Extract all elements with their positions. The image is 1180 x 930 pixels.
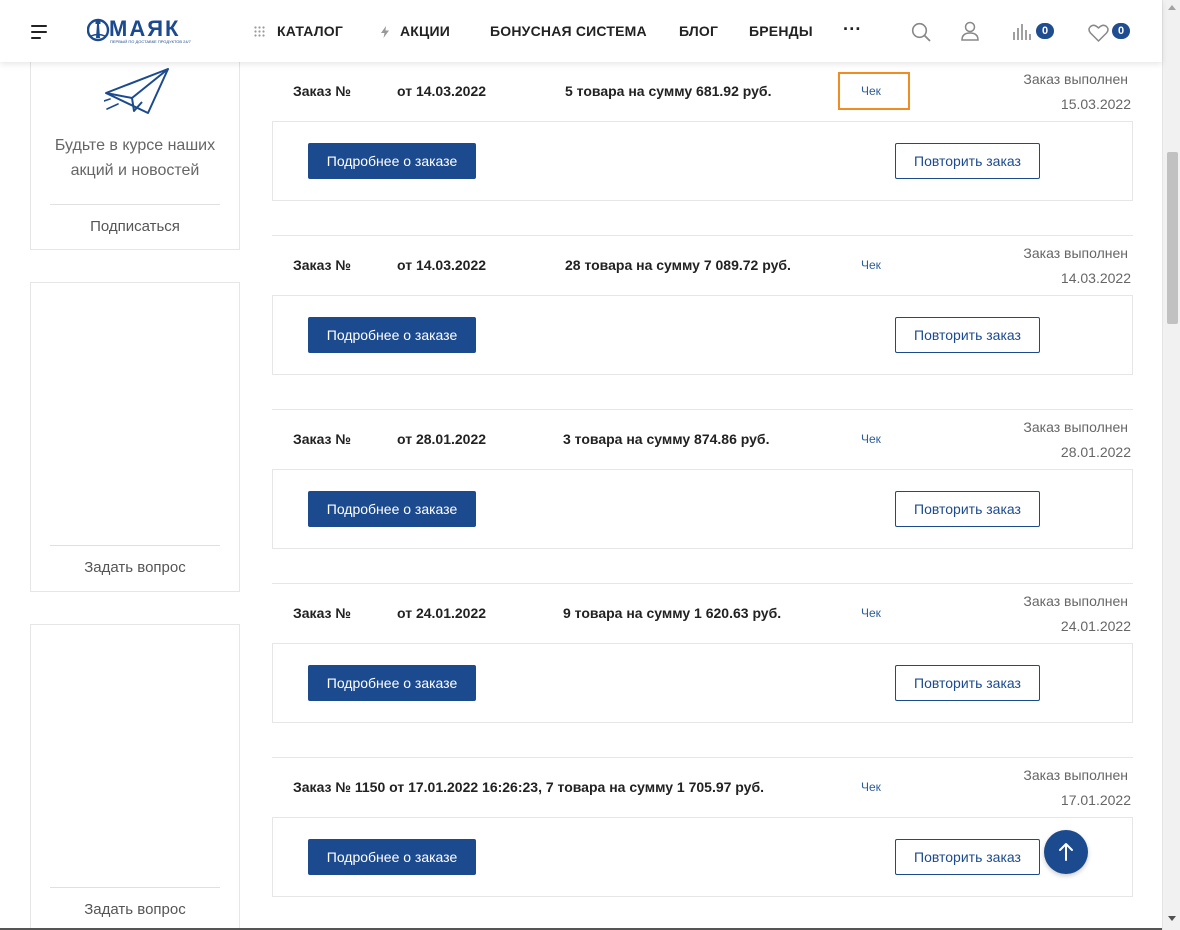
subscribe-link[interactable]: Подписаться — [31, 218, 239, 235]
site-header: МАЯК ПЕРВЫЙ ПО ДОСТАВКЕ ПРОДУКТОВ 24/7 К… — [0, 0, 1162, 62]
order-summary: 5 товара на сумму 681.92 руб. — [565, 83, 772, 99]
favorites-count-badge: 0 — [1112, 23, 1130, 39]
logo[interactable]: МАЯК ПЕРВЫЙ ПО ДОСТАВКЕ ПРОДУКТОВ 24/7 — [87, 16, 197, 46]
subscribe-divider — [50, 204, 220, 205]
subscribe-card: Будьте в курсе наших акций и новостей По… — [30, 40, 240, 250]
nav-brands[interactable]: БРЕНДЫ — [749, 23, 813, 39]
order-status: Заказ выполнен — [1023, 419, 1128, 435]
order-status-date: 14.03.2022 — [1060, 270, 1131, 286]
question-divider-2 — [50, 887, 220, 888]
order-status-date: 28.01.2022 — [1060, 444, 1131, 460]
repeat-order-button[interactable]: Повторить заказ — [895, 665, 1040, 701]
nav-sales[interactable]: АКЦИИ — [400, 23, 450, 39]
search-icon[interactable] — [911, 22, 931, 42]
order-details-button[interactable]: Подробнее о заказе — [308, 491, 476, 527]
user-icon[interactable] — [961, 21, 979, 41]
nav-blog[interactable]: БЛОГ — [679, 23, 718, 39]
order-date: от 24.01.2022 — [397, 605, 487, 621]
order-number: Заказ № — [293, 431, 351, 447]
order-number: Заказ № — [293, 83, 351, 99]
order-summary: 9 товара на сумму 1 620.63 руб. — [563, 605, 782, 621]
page-scrollbar[interactable] — [1162, 0, 1180, 930]
check-highlight-box — [838, 72, 910, 110]
order-summary: 28 товара на сумму 7 089.72 руб. — [565, 257, 791, 273]
order-details-button[interactable]: Подробнее о заказе — [308, 665, 476, 701]
more-menu-icon[interactable]: ··· — [843, 19, 862, 40]
paper-plane-icon — [104, 68, 169, 114]
order-summary: 3 товара на сумму 874.86 руб. — [563, 431, 770, 447]
logo-tagline: ПЕРВЫЙ ПО ДОСТАВКЕ ПРОДУКТОВ 24/7 — [110, 39, 191, 44]
question-card-2: Задать вопрос — [30, 624, 240, 930]
order-details-button[interactable]: Подробнее о заказе — [308, 839, 476, 875]
check-link[interactable]: Чек — [861, 258, 881, 272]
order-details-button[interactable]: Подробнее о заказе — [308, 143, 476, 179]
order-actions: Подробнее о заказе Повторить заказ — [272, 121, 1133, 201]
subscribe-text-line1: Будьте в курсе наших — [54, 137, 216, 154]
order-status-date: 17.01.2022 — [1060, 792, 1131, 808]
arrow-up-icon — [1059, 843, 1073, 861]
order-status: Заказ выполнен — [1023, 767, 1128, 783]
order-actions: Подробнее о заказе Повторить заказ — [272, 817, 1133, 897]
order-status: Заказ выполнен — [1023, 593, 1128, 609]
subscribe-text-line2: акций и новостей — [70, 162, 200, 179]
scroll-to-top-button[interactable] — [1044, 830, 1088, 874]
repeat-order-button[interactable]: Повторить заказ — [895, 491, 1040, 527]
repeat-order-button[interactable]: Повторить заказ — [895, 839, 1040, 875]
order-date: от 14.03.2022 — [397, 83, 487, 99]
order-separator — [272, 409, 1133, 410]
check-link[interactable]: Чек — [861, 432, 881, 446]
check-link[interactable]: Чек — [861, 606, 881, 620]
order-separator — [272, 757, 1133, 758]
nav-bonus-system[interactable]: БОНУСНАЯ СИСТЕМА — [490, 23, 647, 39]
order-details-button[interactable]: Подробнее о заказе — [308, 317, 476, 353]
heart-icon[interactable] — [1088, 24, 1109, 42]
check-link[interactable]: Чек — [861, 780, 881, 794]
order-status-date: 15.03.2022 — [1060, 96, 1131, 112]
order-actions: Подробнее о заказе Повторить заказ — [272, 295, 1133, 375]
order-number: Заказ № — [293, 257, 351, 273]
question-card-1: Задать вопрос — [30, 282, 240, 592]
repeat-order-button[interactable]: Повторить заказ — [895, 143, 1040, 179]
order-status-date: 24.01.2022 — [1060, 618, 1131, 634]
ask-question-link-2[interactable]: Задать вопрос — [31, 901, 239, 918]
scroll-up-arrow-icon[interactable] — [1168, 5, 1176, 10]
order-actions: Подробнее о заказе Повторить заказ — [272, 469, 1133, 549]
lightning-icon — [381, 26, 389, 38]
menu-burger-icon[interactable] — [31, 25, 47, 39]
nav-catalog[interactable]: КАТАЛОГ — [277, 23, 343, 39]
compare-count-badge: 0 — [1036, 23, 1054, 39]
order-status: Заказ выполнен — [1023, 71, 1128, 87]
order-separator — [272, 235, 1133, 236]
scroll-down-arrow-icon[interactable] — [1168, 916, 1176, 921]
order-date: от 28.01.2022 — [397, 431, 487, 447]
order-actions: Подробнее о заказе Повторить заказ — [272, 643, 1133, 723]
question-divider-1 — [50, 545, 220, 546]
order-full-line: Заказ № 1150 от 17.01.2022 16:26:23, 7 т… — [293, 779, 764, 795]
compare-icon[interactable] — [1012, 23, 1032, 41]
order-status: Заказ выполнен — [1023, 245, 1128, 261]
ask-question-link-1[interactable]: Задать вопрос — [31, 559, 239, 576]
order-separator — [272, 583, 1133, 584]
scrollbar-thumb[interactable] — [1167, 152, 1178, 324]
repeat-order-button[interactable]: Повторить заказ — [895, 317, 1040, 353]
order-date: от 14.03.2022 — [397, 257, 487, 273]
grid-icon — [254, 26, 265, 37]
order-number: Заказ № — [293, 605, 351, 621]
